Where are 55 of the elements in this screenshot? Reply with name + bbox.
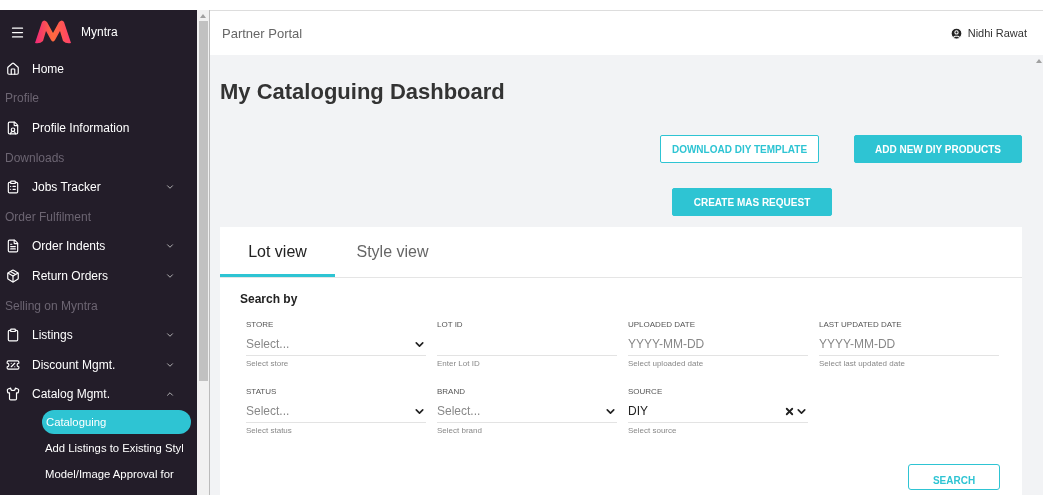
field-hint: Select brand bbox=[437, 426, 483, 435]
nav-subitem[interactable]: Model/Image Approval for bbox=[42, 462, 191, 487]
brand-name: Myntra bbox=[81, 25, 118, 39]
nav-icon bbox=[6, 387, 20, 402]
scroll-up-icon[interactable] bbox=[1036, 59, 1042, 63]
nav-item[interactable]: Home bbox=[0, 54, 197, 84]
field-hint: Select source bbox=[628, 426, 678, 435]
user-menu[interactable]: Nidhi Rawat bbox=[949, 26, 1027, 40]
nav-item[interactable]: Discount Mgmt. bbox=[0, 349, 197, 380]
select-field[interactable]: DIY bbox=[628, 400, 808, 423]
field-hint: Select uploaded date bbox=[628, 359, 705, 368]
nav-item[interactable]: Jobs Tracker bbox=[0, 172, 197, 202]
field-hint: Select status bbox=[246, 426, 293, 435]
field-label: LAST UPDATED DATE bbox=[819, 320, 903, 329]
field-label: BRAND bbox=[437, 387, 466, 396]
portal-title: Partner Portal bbox=[222, 25, 303, 41]
field-label: LOT ID bbox=[437, 320, 464, 329]
nav-subitem[interactable]: Add Listings to Existing Styl bbox=[42, 436, 191, 461]
field-hint: Select store bbox=[246, 359, 290, 368]
view-tab[interactable]: Style view bbox=[335, 227, 450, 277]
nav-icon bbox=[6, 268, 20, 283]
search-heading: Search by bbox=[240, 292, 299, 306]
scrollbar-thumb[interactable] bbox=[198, 21, 208, 381]
date-field[interactable]: YYYY-MM-DD bbox=[819, 333, 999, 356]
field-hint: Select last updated date bbox=[819, 359, 906, 368]
field-hint: Enter Lot ID bbox=[437, 359, 481, 368]
nav-item[interactable]: Profile Information bbox=[0, 113, 197, 143]
logo-icon bbox=[33, 19, 73, 45]
nav-section-label: Downloads bbox=[4, 149, 66, 167]
nav-icon bbox=[6, 121, 20, 135]
nav-item[interactable]: Order Indents bbox=[0, 231, 197, 262]
clear-icon[interactable] bbox=[784, 405, 795, 417]
nav-icon bbox=[6, 239, 20, 254]
select-field[interactable]: Select... bbox=[246, 333, 426, 356]
nav-icon bbox=[6, 328, 20, 343]
nav-section-label: Order Fulfilment bbox=[4, 208, 93, 226]
nav-icon bbox=[6, 61, 20, 76]
nav-item[interactable]: Listings bbox=[0, 320, 197, 350]
nav-item[interactable]: Catalog Mgmt. bbox=[0, 379, 197, 410]
nav-icon bbox=[6, 357, 20, 372]
menu-icon[interactable] bbox=[10, 24, 25, 40]
nav-section-label: Selling on Myntra bbox=[4, 297, 99, 315]
user-icon bbox=[949, 26, 963, 40]
select-field[interactable]: Select... bbox=[246, 400, 426, 423]
nav-item[interactable]: Return Orders bbox=[0, 261, 197, 291]
field-label: SOURCE bbox=[628, 387, 664, 396]
view-tab[interactable]: Lot view bbox=[220, 227, 335, 277]
nav-section-label: Profile bbox=[4, 90, 40, 108]
date-field[interactable]: YYYY-MM-DD bbox=[628, 333, 808, 356]
field-label: UPLOADED DATE bbox=[628, 320, 696, 329]
page-title: My Cataloguing Dashboard bbox=[220, 79, 506, 105]
select-field[interactable]: Select... bbox=[437, 400, 617, 423]
nav-icon bbox=[6, 180, 20, 195]
field-label: STORE bbox=[246, 320, 275, 329]
field-label: STATUS bbox=[246, 387, 278, 396]
